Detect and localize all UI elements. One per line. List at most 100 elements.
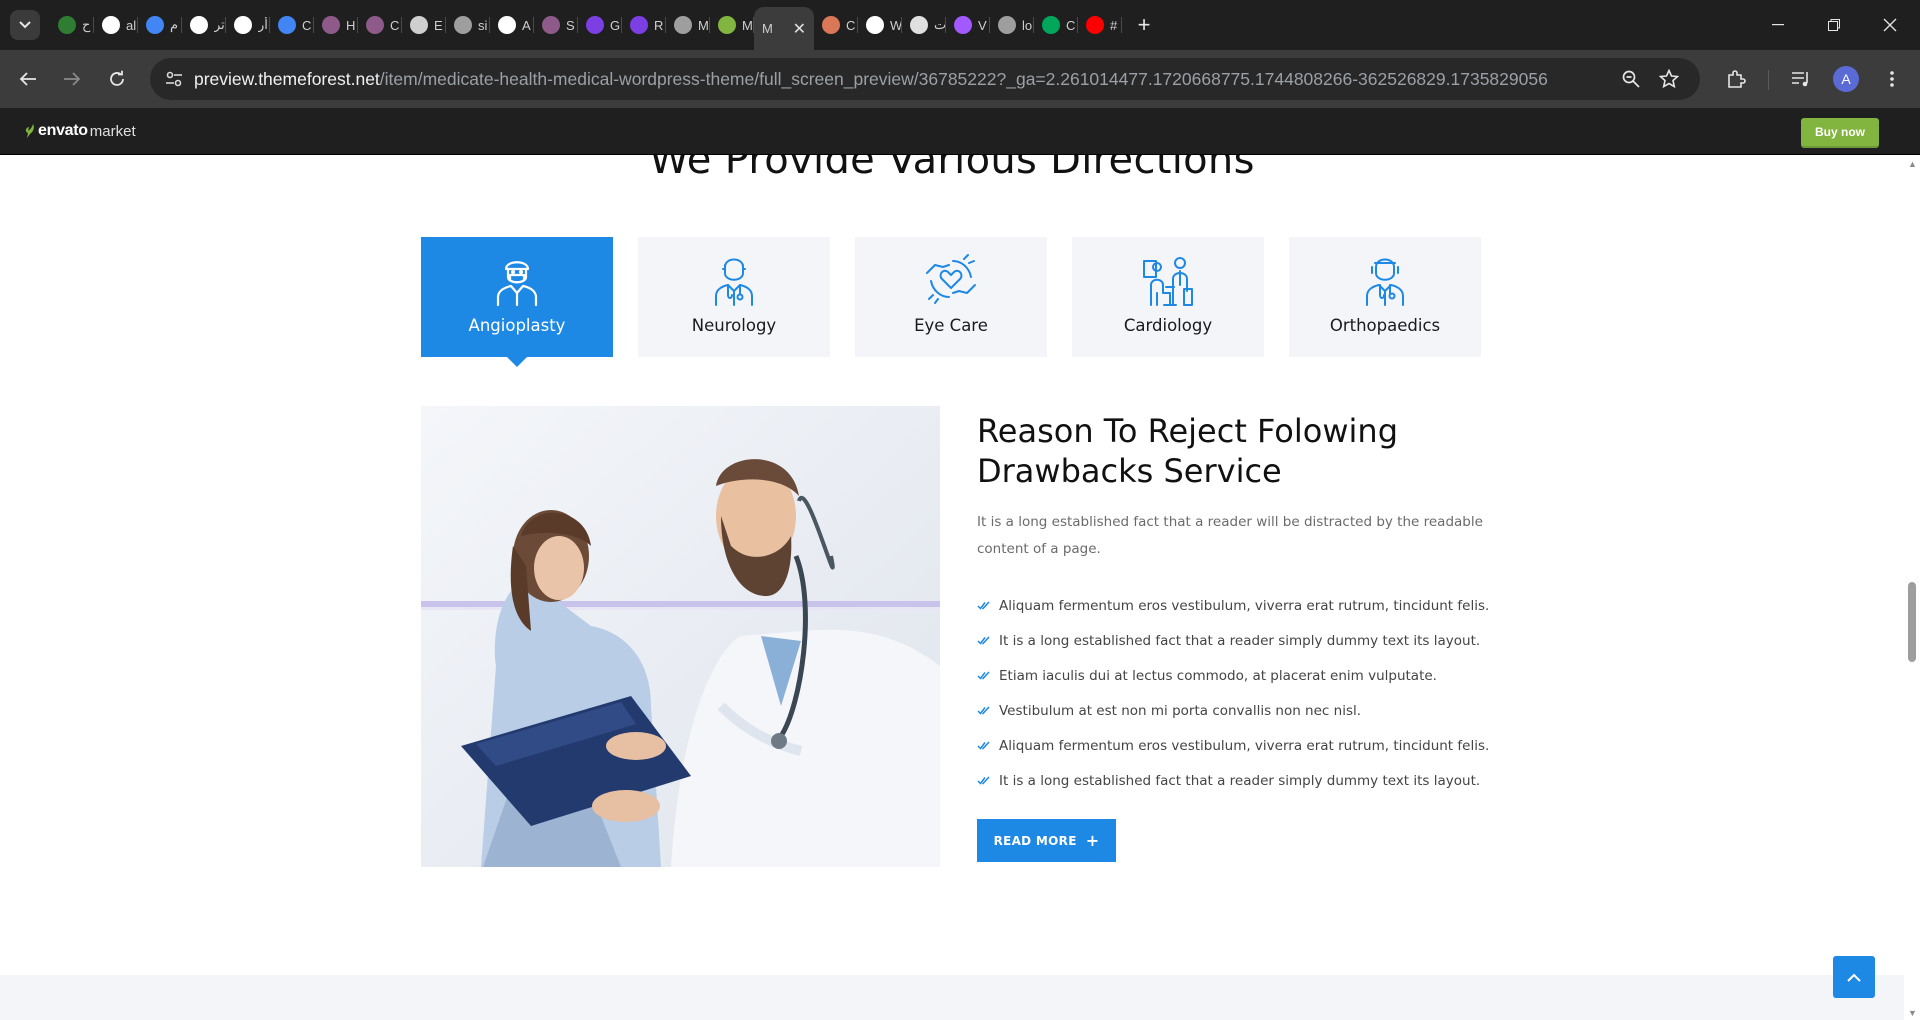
zoom-icon [1622, 70, 1640, 88]
x-icon [866, 16, 884, 34]
restore-button[interactable] [1806, 0, 1862, 50]
no-icon [910, 16, 928, 34]
browser-toolbar: preview.themeforest.net/item/medicate-he… [0, 50, 1920, 108]
tab[interactable]: V [946, 7, 990, 43]
tab-title: A [522, 17, 531, 33]
buy-now-button[interactable]: Buy now [1801, 118, 1879, 146]
service-heading: Reason To Reject Folowing Drawbacks Serv… [977, 412, 1398, 490]
tab[interactable]: H [314, 7, 358, 43]
scrollbar-thumb[interactable] [1908, 582, 1916, 662]
doctor-icon [715, 258, 753, 306]
tab-title: S [566, 17, 575, 33]
openai-icon [234, 16, 252, 34]
tab[interactable]: W [858, 7, 902, 43]
address-bar[interactable]: preview.themeforest.net/item/medicate-he… [150, 58, 1700, 100]
google-icon [146, 16, 164, 34]
tab[interactable]: M [710, 7, 754, 43]
tab[interactable]: C [270, 7, 314, 43]
tab[interactable]: C [1034, 7, 1078, 43]
new-tab-button[interactable]: + [1126, 7, 1162, 43]
read-more-button[interactable]: READ MORE + [977, 819, 1116, 862]
tab[interactable]: si [446, 7, 490, 43]
chevron-down-icon [19, 21, 31, 29]
list-item: Etiam iaculis dui at lectus commodo, at … [977, 658, 1497, 693]
page-scrollbar[interactable]: ▲ ▼ [1904, 155, 1920, 1020]
tab-title: M [742, 17, 753, 33]
chat-icon [586, 16, 604, 34]
next-section-band [0, 975, 1904, 1020]
media-queue-icon [1792, 72, 1808, 87]
media-controls-button[interactable] [1785, 63, 1817, 95]
chrome-menu-button[interactable] [1876, 63, 1908, 95]
profile-button[interactable]: A [1830, 63, 1862, 95]
tab-title: E [434, 17, 443, 33]
department-card-cardiology[interactable]: Cardiology [1072, 237, 1264, 357]
tab[interactable]: # [1078, 7, 1122, 43]
bookmark-button[interactable] [1656, 66, 1682, 92]
puzzle-icon [410, 16, 428, 34]
list-item-text: Etiam iaculis dui at lectus commodo, at … [999, 667, 1437, 684]
vite-icon [954, 16, 972, 34]
tab-title: M [762, 21, 773, 36]
tab[interactable]: C [814, 7, 858, 43]
site-info-button[interactable] [154, 58, 194, 100]
blank-page-icon [102, 16, 120, 34]
circle-icon [322, 16, 340, 34]
reload-button[interactable] [101, 63, 133, 95]
minimize-button[interactable] [1750, 0, 1806, 50]
url-text[interactable]: preview.themeforest.net/item/medicate-he… [194, 69, 1548, 90]
tab[interactable]: C [358, 7, 402, 43]
tab[interactable]: E [402, 7, 446, 43]
list-item-text: Aliquam fermentum eros vestibulum, viver… [999, 597, 1490, 614]
list-item: Aliquam fermentum eros vestibulum, viver… [977, 588, 1497, 623]
envato-market-logo[interactable]: envato market [24, 122, 136, 140]
department-card-orthopaedics[interactable]: Orthopaedics [1289, 237, 1481, 357]
tab[interactable]: S [534, 7, 578, 43]
page-viewport: We Provide Various Directions Angioplast… [0, 155, 1904, 1020]
tab[interactable]: A [490, 7, 534, 43]
tab[interactable]: م [138, 7, 182, 43]
back-button[interactable] [12, 63, 44, 95]
tab[interactable]: أر [226, 7, 270, 43]
tab-title: M [698, 17, 709, 33]
extensions-button[interactable] [1720, 63, 1752, 95]
tab-title: ت [934, 17, 946, 32]
tab-list: ح al م تر أر C H C Esi A S G R M M M ✕ C W ت Vlo C # + [50, 7, 1162, 50]
list-item-text: Aliquam fermentum eros vestibulum, viver… [999, 737, 1490, 754]
tab-title: al [126, 17, 137, 33]
surgeon-icon [496, 261, 538, 307]
tab-title: ح [82, 17, 91, 32]
department-label: Cardiology [1123, 316, 1213, 335]
back-to-top-button[interactable] [1833, 956, 1875, 998]
tab[interactable]: M [666, 7, 710, 43]
tab-active[interactable]: M ✕ [754, 7, 814, 50]
chevron-up-icon [1847, 973, 1861, 982]
tab-search-button[interactable] [10, 10, 40, 40]
department-card-neurology[interactable]: Neurology [638, 237, 830, 357]
forward-button[interactable] [56, 63, 88, 95]
list-item: Aliquam fermentum eros vestibulum, viver… [977, 728, 1497, 763]
close-window-button[interactable] [1862, 0, 1918, 50]
tab[interactable]: lo [990, 7, 1034, 43]
tab[interactable]: G [578, 7, 622, 43]
department-card-angioplasty[interactable]: Angioplasty [421, 237, 613, 367]
youtube-icon [1086, 16, 1104, 34]
tab[interactable]: ح [50, 7, 94, 43]
tab[interactable]: ت [902, 7, 946, 43]
zoom-button[interactable] [1618, 66, 1644, 92]
globe-icon [454, 16, 472, 34]
arrow-left-icon [19, 72, 36, 86]
scroll-up-arrow-icon[interactable]: ▲ [1908, 159, 1917, 169]
close-tab-icon[interactable]: ✕ [793, 19, 806, 39]
tab[interactable]: al [94, 7, 138, 43]
tab[interactable]: R [622, 7, 666, 43]
read-more-label: READ MORE [993, 833, 1077, 848]
tab-title: C [1066, 17, 1076, 33]
tab[interactable]: تر [182, 7, 226, 43]
scroll-down-arrow-icon[interactable]: ▼ [1908, 1008, 1917, 1018]
list-item: It is a long established fact that a rea… [977, 623, 1497, 658]
github-icon [498, 16, 516, 34]
service-details: Reason To Reject Folowing Drawbacks Serv… [977, 411, 1497, 862]
department-label: Angioplasty [468, 316, 566, 335]
department-card-eye-care[interactable]: Eye Care [855, 237, 1047, 357]
